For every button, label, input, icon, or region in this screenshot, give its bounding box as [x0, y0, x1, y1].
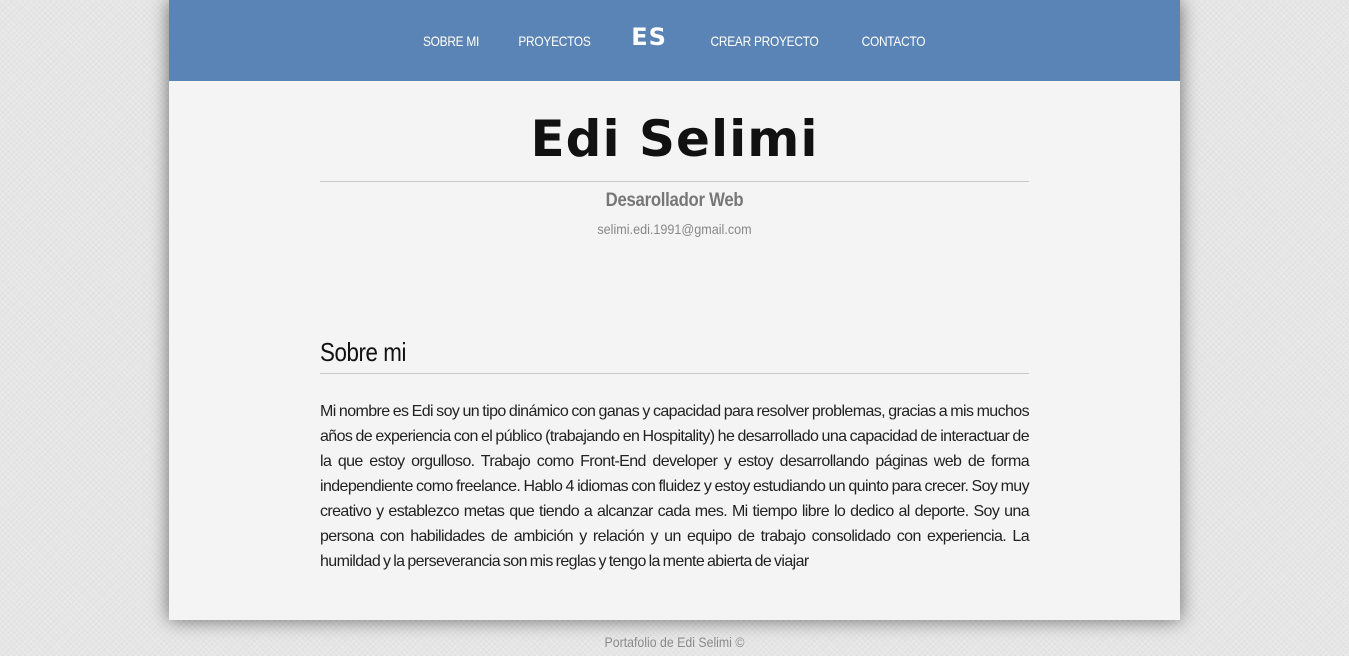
header-divider	[320, 181, 1029, 182]
page-card: SOBRE MI PROYECTOS ES CREAR PROYECTO CON…	[169, 0, 1180, 620]
nav-link-crear-proyecto[interactable]: CREAR PROYECTO	[699, 33, 831, 49]
about-paragraph: Mi nombre es Edi soy un tipo dinámico co…	[320, 403, 1030, 570]
profile-role: Desarollador Web	[605, 190, 744, 211]
nav-link-contacto[interactable]: CONTACTO	[850, 33, 937, 49]
profile-email[interactable]: selimi.edi.1991@gmail.com	[355, 221, 993, 237]
footer-text: Portafolio de Edi Selimi ©	[604, 634, 745, 650]
profile-name: Edi Selimi	[530, 110, 819, 168]
top-navbar: SOBRE MI PROYECTOS ES CREAR PROYECTO CON…	[169, 0, 1180, 81]
nav-link-proyectos[interactable]: PROYECTOS	[507, 33, 603, 49]
language-switch[interactable]: ES	[611, 23, 687, 51]
main-content: Edi Selimi Desarollador Web selimi.edi.1…	[320, 81, 1030, 574]
nav-menu: SOBRE MI PROYECTOS ES CREAR PROYECTO CON…	[169, 0, 1180, 81]
section-title-sobre-mi: Sobre mi	[320, 337, 407, 367]
nav-link-sobre-mi[interactable]: SOBRE MI	[411, 33, 491, 49]
section-divider	[320, 373, 1029, 374]
